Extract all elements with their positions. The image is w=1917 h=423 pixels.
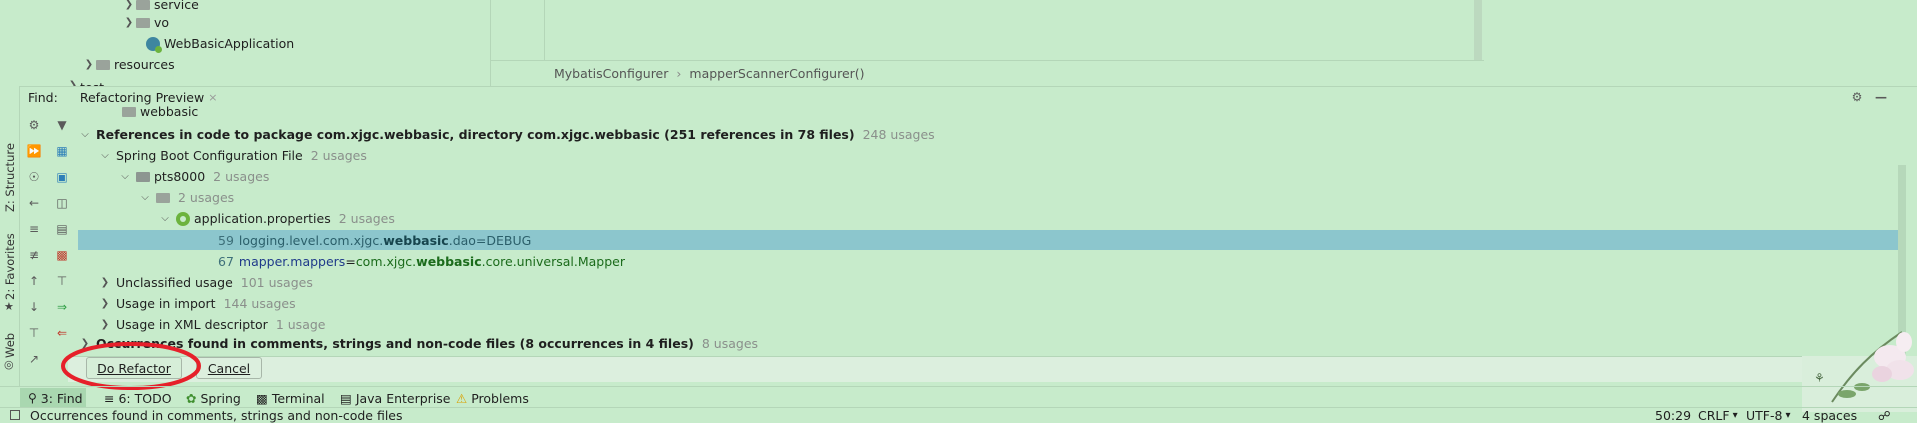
breadcrumb-item-method[interactable]: mapperScannerConfigurer() xyxy=(689,66,864,81)
tree-item-unclassified[interactable]: ❯ Unclassified usage 101 usages xyxy=(98,272,313,293)
folder-icon xyxy=(136,17,150,28)
tab-java-enterprise[interactable]: ▤ Java Enterprise xyxy=(340,388,451,408)
tab-refactoring-preview[interactable]: Refactoring Preview × xyxy=(80,90,218,105)
lock-icon[interactable]: ☍ xyxy=(1878,407,1891,423)
clipped-tree-item: webbasic xyxy=(122,106,198,118)
settings-icon[interactable]: ⚙ xyxy=(26,117,42,133)
folder-icon xyxy=(136,0,150,10)
star-icon: ★ xyxy=(4,300,14,313)
include-icon[interactable]: ⇒ xyxy=(54,299,70,315)
tab-find[interactable]: ⚲ 3: Find xyxy=(20,388,86,408)
side-tab-structure[interactable]: Z: Structure xyxy=(3,143,17,212)
breadcrumb: MybatisConfigurer › mapperScannerConfigu… xyxy=(554,63,865,84)
module-folder-icon xyxy=(136,171,150,182)
list-icon: ≡ xyxy=(104,390,115,406)
tab-spring[interactable]: ✿ Spring xyxy=(186,388,241,408)
chevron-down-icon: ▾ xyxy=(1785,409,1791,421)
find-panel-title: Find: xyxy=(28,90,58,105)
next-occurrence-icon[interactable]: ↓ xyxy=(26,299,42,315)
status-line-separator[interactable]: CRLF ▾ xyxy=(1698,407,1738,423)
chevron-down-icon[interactable]: ⌵ xyxy=(98,150,112,161)
warning-icon: ⚠ xyxy=(456,390,468,406)
tab-problems[interactable]: ⚠ Problems xyxy=(456,388,529,408)
minimize-icon[interactable]: — xyxy=(1873,89,1889,105)
tree-item-usage-import[interactable]: ❯ Usage in import 144 usages xyxy=(98,293,296,314)
file-structure-icon[interactable]: ▤ xyxy=(54,221,70,237)
tree-item-application-properties[interactable]: ⌵ application.properties 2 usages xyxy=(158,208,395,229)
project-tree: ❯ service ❯ vo WebBasicApplication ❯ res… xyxy=(0,0,490,87)
status-position[interactable]: 50:29 xyxy=(1655,407,1691,423)
status-indent[interactable]: 4 spaces xyxy=(1802,407,1857,423)
spring-properties-icon xyxy=(176,211,190,226)
find-panel-header: Find: Refactoring Preview × xyxy=(28,87,217,108)
web-icon: ◎ xyxy=(4,358,14,371)
folder-icon xyxy=(96,59,110,70)
action-bar xyxy=(68,356,1917,382)
usage-line-59[interactable]: 59 logging.level.com.xjgc. webbasic .dao… xyxy=(218,230,531,250)
spring-boot-class-icon xyxy=(146,36,162,53)
editor-bottom-line xyxy=(490,60,1484,61)
collapse-all-icon[interactable]: ≢ xyxy=(26,247,42,263)
close-tab-icon[interactable]: × xyxy=(208,91,217,104)
back-icon[interactable]: ← xyxy=(26,195,42,211)
tree-item-vo[interactable]: ❯ vo xyxy=(122,12,169,33)
tree-item-webbasicapplication[interactable]: WebBasicApplication xyxy=(146,33,294,54)
find-panel-top-border xyxy=(20,86,1917,87)
chevron-down-icon[interactable]: ⌵ xyxy=(138,192,152,203)
tree-item-resources[interactable]: ❯ resources xyxy=(82,54,175,75)
chevron-right-icon[interactable]: ❯ xyxy=(98,298,112,309)
gear-icon[interactable]: ⚙ xyxy=(1849,89,1865,105)
status-message: Occurrences found in comments, strings a… xyxy=(30,407,403,423)
search-icon: ⚲ xyxy=(28,391,37,405)
chevron-down-icon[interactable]: ⌵ xyxy=(158,213,172,224)
chevron-down-icon[interactable]: ⌵ xyxy=(78,129,92,140)
group-by-icon[interactable]: ▦ xyxy=(54,143,70,159)
pin-icon[interactable]: ☉ xyxy=(26,169,42,185)
chevron-right-icon[interactable]: ❯ xyxy=(98,319,112,330)
tree-item-module[interactable]: ⌵ pts8000 2 usages xyxy=(118,166,269,187)
svg-text:⚘: ⚘ xyxy=(1814,371,1825,385)
terminal-icon: ▩ xyxy=(256,390,268,406)
side-tab-favorites[interactable]: 2: Favorites xyxy=(3,233,17,300)
chevron-down-icon: ▾ xyxy=(1732,409,1738,421)
chevron-right-icon[interactable]: ❯ xyxy=(98,277,112,288)
java-enterprise-icon: ▤ xyxy=(340,390,352,406)
breadcrumb-separator: › xyxy=(676,66,682,81)
status-toggle-icon[interactable] xyxy=(10,407,20,423)
expand-all-icon[interactable]: ≡ xyxy=(26,221,42,237)
previous-occurrence-icon[interactable]: ↑ xyxy=(26,273,42,289)
breadcrumb-item-class[interactable]: MybatisConfigurer xyxy=(554,66,668,81)
folder-icon xyxy=(122,107,136,117)
package-group-icon[interactable]: ◫ xyxy=(54,195,70,211)
tab-todo[interactable]: ≡ 6: TODO xyxy=(104,388,172,408)
tree-root-references[interactable]: ⌵ References in code to package com.xjgc… xyxy=(78,124,934,145)
panel-divider xyxy=(490,0,491,86)
chevron-right-icon[interactable]: ❯ xyxy=(122,0,136,10)
usage-line-67[interactable]: 67 mapper.mappers = com.xjgc. webbasic .… xyxy=(218,251,625,272)
spring-icon: ✿ xyxy=(186,390,197,406)
tree-item-usage-xml[interactable]: ❯ Usage in XML descriptor 1 usage xyxy=(98,314,326,335)
chevron-down-icon[interactable]: ⌵ xyxy=(118,171,132,182)
export-icon[interactable]: ⊤ xyxy=(26,325,42,341)
side-tab-web[interactable]: Web xyxy=(3,333,17,358)
tab-terminal[interactable]: ▩ Terminal xyxy=(256,388,325,408)
folder-icon xyxy=(156,192,170,203)
chevron-right-icon[interactable]: ❯ xyxy=(82,59,96,70)
editor-scrollbar[interactable] xyxy=(1474,0,1482,60)
module-group-icon[interactable]: ▣ xyxy=(54,169,70,185)
merge-icon[interactable]: ▩ xyxy=(54,247,70,263)
tree-item-directory[interactable]: ⌵ 2 usages xyxy=(138,187,234,208)
status-encoding[interactable]: UTF-8 ▾ xyxy=(1746,407,1790,423)
chevron-right-icon[interactable]: ❯ xyxy=(122,17,136,28)
red-annotation-circle xyxy=(61,342,201,390)
cancel-button[interactable]: Cancel xyxy=(196,357,262,379)
gutter-divider xyxy=(544,0,545,60)
open-in-window-icon[interactable]: ↗ xyxy=(26,351,42,367)
filter-icon[interactable]: ▼ xyxy=(54,117,70,133)
exclude-icon[interactable]: ⊤ xyxy=(54,273,70,289)
rerun-icon[interactable]: ⏩ xyxy=(26,143,42,159)
remove-icon[interactable]: ⇐ xyxy=(54,325,70,341)
tree-item-spring-config[interactable]: ⌵ Spring Boot Configuration File 2 usage… xyxy=(98,145,367,166)
